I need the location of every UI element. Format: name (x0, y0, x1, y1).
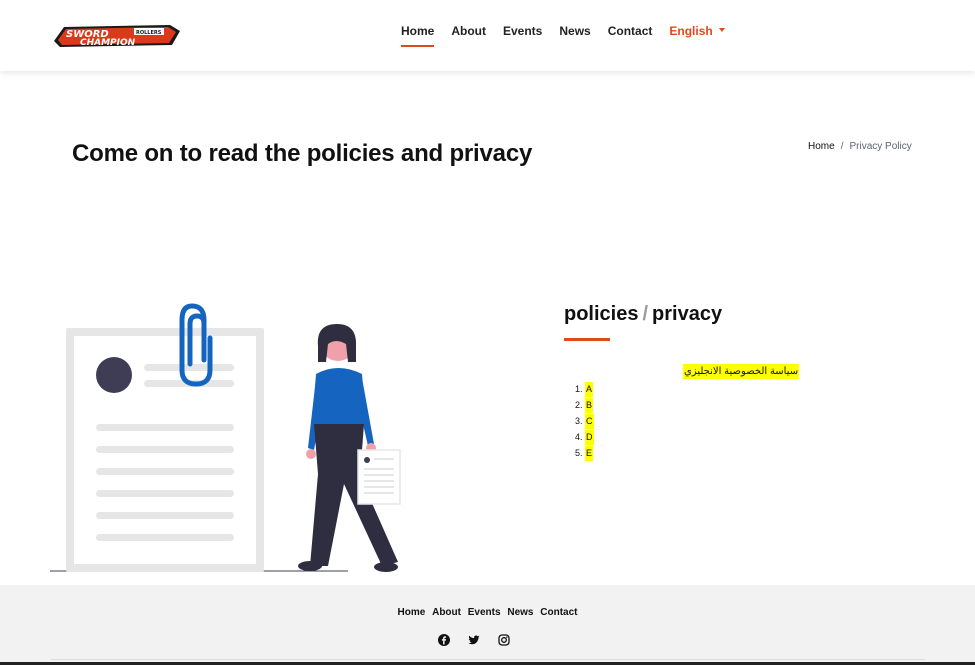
policies-heading: policies / privacy (564, 303, 722, 326)
caret-down-icon (718, 27, 725, 32)
footer-link-events[interactable]: Events (468, 607, 501, 618)
woman-with-document-illustration (48, 298, 408, 574)
facebook-icon[interactable] (438, 633, 450, 646)
list-item: D (585, 429, 594, 445)
breadcrumb-current: Privacy Policy (849, 141, 912, 152)
site-header: SWORD CHAMPION ROLLERS Home About Events… (0, 0, 975, 71)
heading-privacy: privacy (652, 303, 723, 325)
heading-policies: policies (564, 303, 639, 325)
nav-news[interactable]: News (559, 24, 590, 43)
list-item: E (585, 445, 594, 461)
site-footer: Home About Events News Contact (0, 585, 975, 665)
main-nav: Home About Events News Contact English (401, 24, 742, 47)
footer-link-contact[interactable]: Contact (540, 607, 577, 618)
instagram-icon[interactable] (498, 633, 510, 646)
footer-link-about[interactable]: About (432, 607, 461, 618)
list-item-text: B (585, 398, 594, 413)
nav-contact[interactable]: Contact (608, 24, 653, 43)
list-item-text: E (585, 446, 594, 461)
social-links (438, 633, 510, 646)
breadcrumb: Home / Privacy Policy (808, 141, 912, 152)
footer-link-home[interactable]: Home (398, 607, 426, 618)
list-item-text: A (585, 382, 594, 397)
heading-underline (564, 338, 610, 341)
breadcrumb-separator: / (840, 141, 844, 152)
heading-separator: / (642, 303, 649, 325)
footer-nav: Home About Events News Contact (0, 607, 975, 618)
breadcrumb-home[interactable]: Home (808, 141, 835, 152)
site-logo[interactable]: SWORD CHAMPION ROLLERS (50, 19, 182, 51)
twitter-icon[interactable] (468, 633, 480, 645)
nav-about[interactable]: About (451, 24, 486, 43)
nav-home[interactable]: Home (401, 24, 435, 47)
list-item-text: D (585, 430, 594, 445)
list-item: B (585, 397, 594, 413)
list-item: A (585, 381, 594, 397)
footer-link-news[interactable]: News (507, 607, 533, 618)
svg-text:CHAMPION: CHAMPION (80, 38, 136, 48)
svg-text:ROLLERS: ROLLERS (136, 30, 162, 36)
language-label: English (669, 24, 713, 38)
language-dropdown[interactable]: English (669, 24, 725, 43)
nav-events[interactable]: Events (503, 24, 542, 43)
footer-divider (50, 659, 925, 660)
list-item-text: C (585, 414, 594, 429)
policy-list: A B C D E (564, 381, 594, 461)
policy-title-arabic: سياسة الخصوصية الانجليزي (683, 364, 800, 379)
page-title: Come on to read the policies and privacy (72, 140, 533, 167)
list-item: C (585, 413, 594, 429)
